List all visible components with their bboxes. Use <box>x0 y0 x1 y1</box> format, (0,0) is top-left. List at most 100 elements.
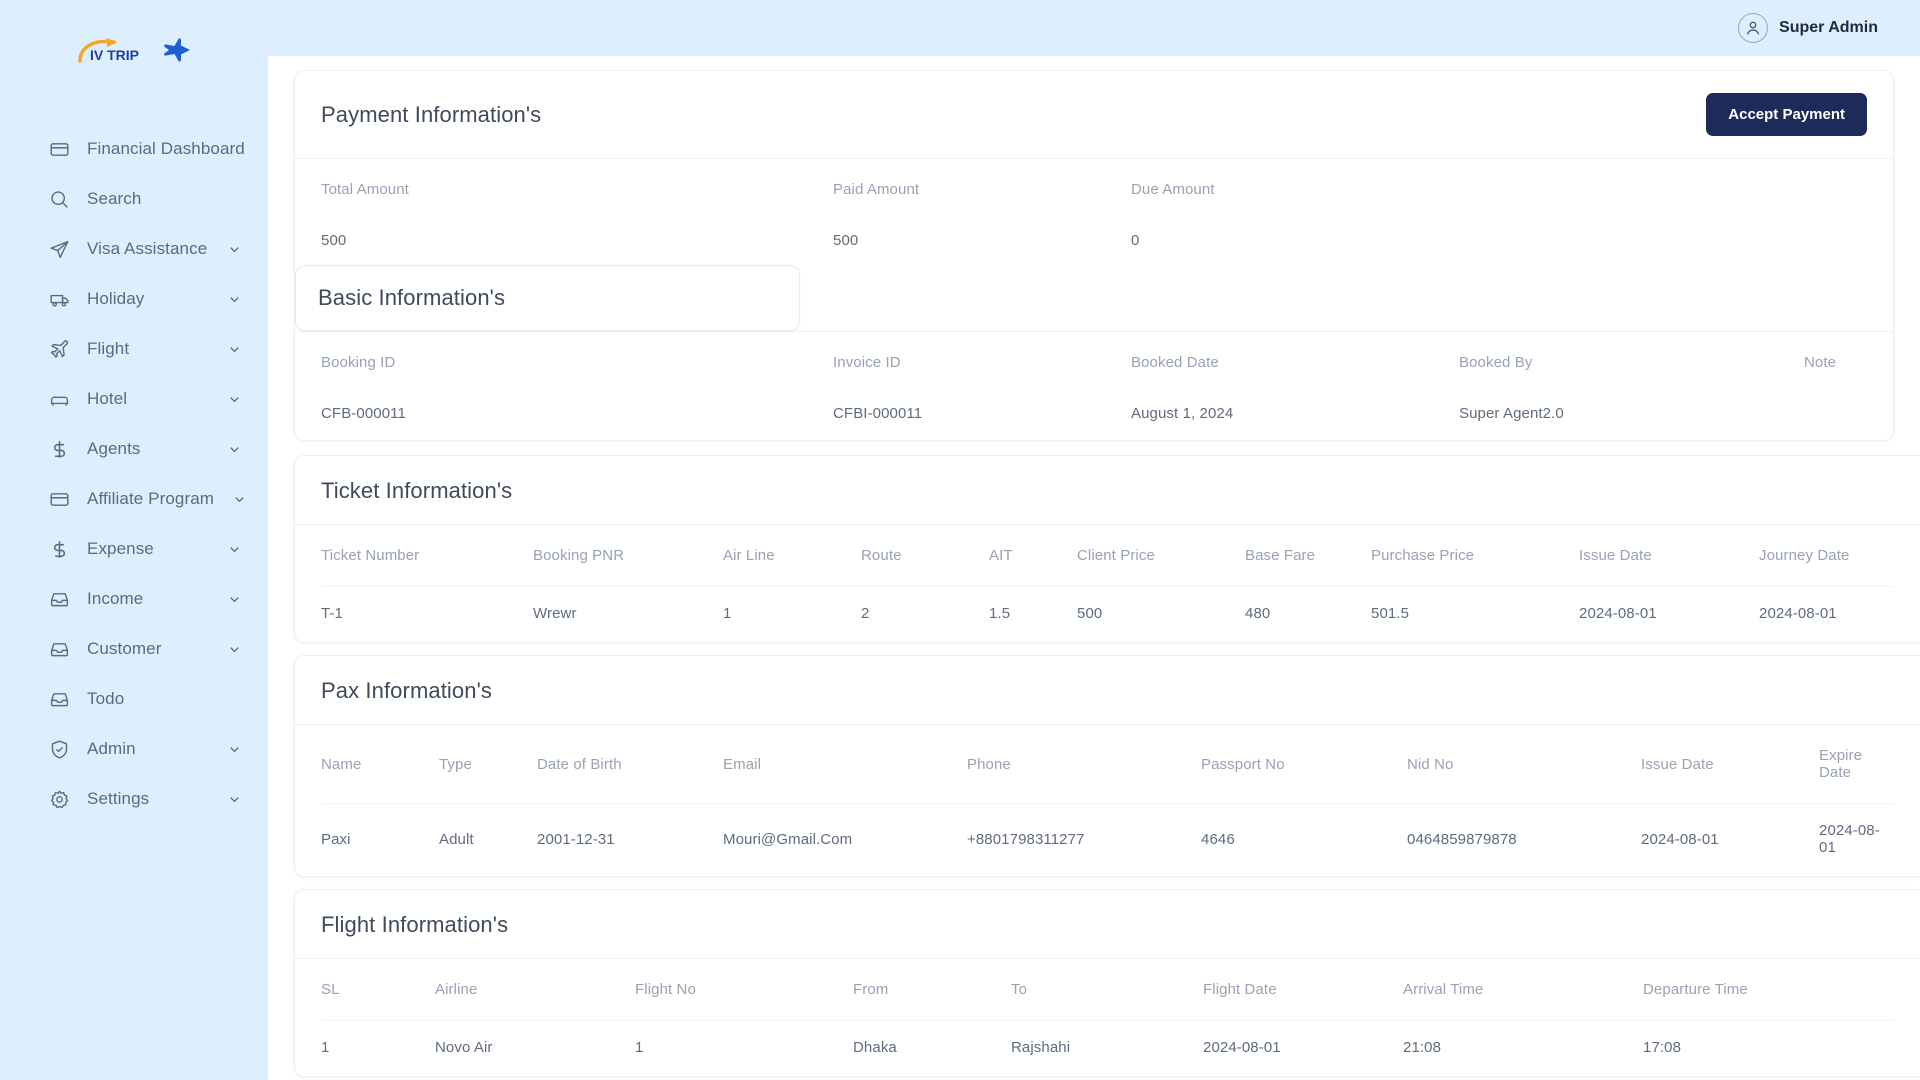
dollar-icon <box>48 438 70 460</box>
cell: +8801798311277 <box>967 830 1085 848</box>
sidebar-item-label: Expense <box>87 539 154 558</box>
payment-information-card: Payment Information's Accept Payment Tot… <box>294 70 1894 441</box>
field-booked-by: Booked By Super Agent2.0 <box>1459 354 1804 422</box>
column-header: Expire Date <box>1819 747 1863 781</box>
sidebar-item-search[interactable]: Search <box>0 174 268 224</box>
pax-title: Pax Information's <box>321 678 492 703</box>
user-menu[interactable]: Super Admin <box>1738 13 1878 43</box>
sidebar-item-financial-dashboard[interactable]: Financial Dashboard <box>0 124 268 174</box>
chevron-down-icon[interactable] <box>226 441 242 457</box>
chevron-down-icon[interactable] <box>226 541 242 557</box>
sidebar-item-todo[interactable]: Todo <box>0 674 268 724</box>
chevron-down-icon[interactable] <box>226 641 242 657</box>
pax-table-wrap: Name Type Date of Birth Email Phone Pass… <box>295 725 1920 876</box>
chevron-down-icon[interactable] <box>226 341 242 357</box>
pax-information-card: Pax Information's Name Type Date of Birt… <box>294 655 1920 877</box>
sidebar-item-agents[interactable]: Agents <box>0 424 268 474</box>
chevron-down-icon[interactable] <box>226 241 242 257</box>
field-label: Booked By <box>1459 354 1533 371</box>
field-label: Note <box>1804 354 1837 371</box>
cell: 4646 <box>1201 830 1235 848</box>
sidebar: IV TRIP Financial Dashboard Search Visa … <box>0 0 268 1080</box>
sidebar-item-flight[interactable]: Flight <box>0 324 268 374</box>
sidebar-item-label: Financial Dashboard <box>87 139 245 158</box>
pax-table: Name Type Date of Birth Email Phone Pass… <box>321 725 1894 876</box>
sidebar-item-label: Customer <box>87 639 162 658</box>
cell: 21:08 <box>1403 1039 1442 1056</box>
sidebar-item-affiliate-program[interactable]: Affiliate Program <box>0 474 268 524</box>
sidebar-item-settings[interactable]: Settings <box>0 774 268 824</box>
field-paid-amount: Paid Amount 500 <box>833 181 1131 249</box>
sidebar-item-label: Holiday <box>87 289 145 308</box>
sidebar-item-income[interactable]: Income <box>0 574 268 624</box>
column-header: Departure Time <box>1643 981 1748 998</box>
app-root: IV TRIP Financial Dashboard Search Visa … <box>0 0 1920 1080</box>
field-value: 500 <box>833 232 859 249</box>
table-row: 1 Novo Air 1 Dhaka Rajshahi 2024-08-01 2… <box>321 1021 1894 1077</box>
search-icon <box>48 188 70 210</box>
cell: 501.5 <box>1371 605 1410 622</box>
field-booking-id: Booking ID CFB-000011 <box>321 354 833 422</box>
sidebar-item-expense[interactable]: Expense <box>0 524 268 574</box>
sidebar-item-admin[interactable]: Admin <box>0 724 268 774</box>
field-invoice-id: Invoice ID CFBI-000011 <box>833 354 1131 422</box>
content-area: Payment Information's Accept Payment Tot… <box>268 56 1920 1080</box>
cell: 1 <box>635 1039 644 1056</box>
sidebar-item-label: Admin <box>87 739 136 758</box>
chevron-down-icon[interactable] <box>226 391 242 407</box>
field-due-amount: Due Amount 0 <box>1131 181 1867 249</box>
cell: 500 <box>1077 605 1103 622</box>
ticket-header: Ticket Information's <box>295 456 1920 524</box>
cell: 2024-08-01 <box>1641 830 1719 848</box>
cell: 2024-08-01 <box>1579 605 1657 622</box>
sidebar-nav: Financial Dashboard Search Visa Assistan… <box>0 124 268 824</box>
column-header: AIT <box>989 547 1013 564</box>
flight-header: Flight Information's <box>295 890 1920 958</box>
field-label: Booking ID <box>321 354 396 371</box>
chevron-down-icon[interactable] <box>226 591 242 607</box>
sidebar-item-label: Flight <box>87 339 130 358</box>
chevron-down-icon[interactable] <box>226 791 242 807</box>
cell: 17:08 <box>1643 1039 1682 1056</box>
chevron-down-icon[interactable] <box>226 291 242 307</box>
cell: Dhaka <box>853 1039 897 1056</box>
flight-table-wrap: SL Airline Flight No From To Flight Date… <box>295 959 1920 1076</box>
ticket-title: Ticket Information's <box>321 478 513 503</box>
cell: 2024-08-01 <box>1759 605 1837 622</box>
column-header: Issue Date <box>1641 755 1714 773</box>
basic-information-card-header: Basic Information's <box>295 265 800 331</box>
column-header: Flight No <box>635 981 696 998</box>
column-header: To <box>1011 981 1028 998</box>
sidebar-item-visa-assistance[interactable]: Visa Assistance <box>0 224 268 274</box>
sidebar-item-holiday[interactable]: Holiday <box>0 274 268 324</box>
column-header: Phone <box>967 755 1011 773</box>
brand-logo[interactable]: IV TRIP <box>0 14 268 90</box>
sidebar-item-hotel[interactable]: Hotel <box>0 374 268 424</box>
cell: Adult <box>439 830 474 848</box>
accept-payment-button[interactable]: Accept Payment <box>1706 93 1867 136</box>
inbox-icon <box>48 588 70 610</box>
dollar-icon <box>48 538 70 560</box>
cell: 2 <box>861 605 870 622</box>
iv-trip-logo-icon: IV TRIP <box>76 35 148 69</box>
field-value: CFBI-000011 <box>833 405 923 422</box>
sidebar-item-customer[interactable]: Customer <box>0 624 268 674</box>
cell: T-1 <box>321 605 343 622</box>
column-header: Booking PNR <box>533 547 625 564</box>
field-note: Note <box>1804 354 1867 422</box>
column-header: Journey Date <box>1759 547 1850 564</box>
payment-title: Payment Information's <box>321 101 542 127</box>
pax-header: Pax Information's <box>295 656 1920 724</box>
table-header-row: Ticket Number Booking PNR Air Line Route… <box>321 525 1894 587</box>
ticket-table-wrap: Ticket Number Booking PNR Air Line Route… <box>295 525 1920 642</box>
chevron-down-icon[interactable] <box>231 491 247 507</box>
flight-title: Flight Information's <box>321 912 509 937</box>
column-header: From <box>853 981 889 998</box>
cell: 2024-08-01 <box>1203 1039 1281 1056</box>
chevron-down-icon[interactable] <box>226 741 242 757</box>
flight-information-card: Flight Information's SL Airline Flight N… <box>294 889 1920 1077</box>
cell: 1.5 <box>989 605 1011 622</box>
sidebar-item-label: Income <box>87 589 144 608</box>
field-value: 0 <box>1131 232 1140 249</box>
column-header: Type <box>439 755 472 773</box>
